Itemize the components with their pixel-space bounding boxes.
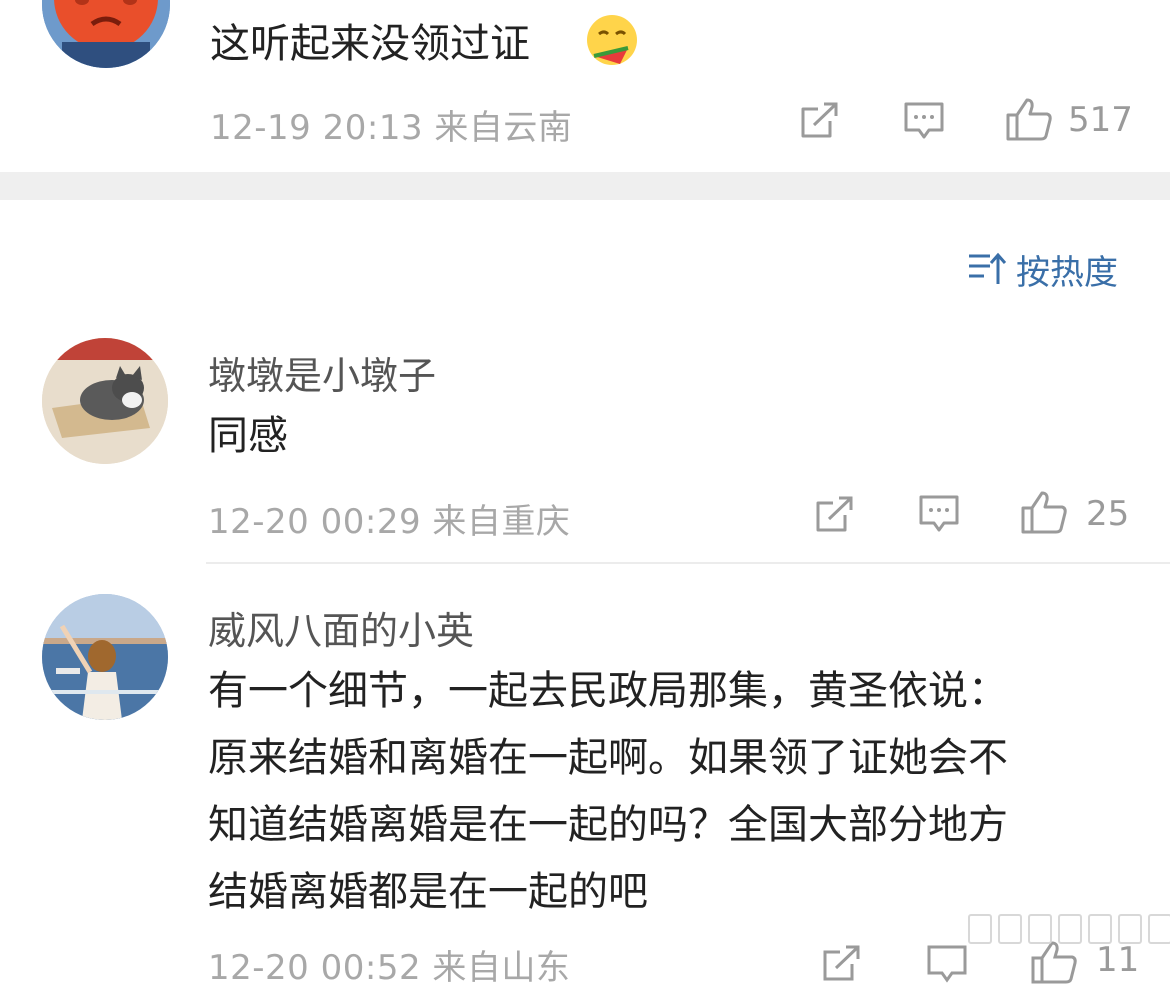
like-count: 11	[1096, 940, 1140, 980]
sort-label: 按热度	[1016, 253, 1118, 293]
comment-text-line: 知道结婚离婚是在一起的吗？全国大部分地方	[208, 802, 1008, 848]
like-count: 517	[1068, 100, 1133, 140]
comment-text: 同感	[208, 413, 288, 459]
like-icon[interactable]	[1030, 940, 1078, 988]
cartoon-face-icon	[42, 0, 170, 68]
comment-text-line: 有一个细节，一起去民政局那集，黄圣依说：	[208, 668, 1008, 714]
comment-icon[interactable]	[918, 494, 960, 538]
cat-photo-icon	[42, 338, 168, 464]
comment-meta: 12-20 00:52 来自山东	[208, 948, 571, 988]
avatar[interactable]	[42, 594, 168, 720]
username[interactable]: 威风八面的小英	[208, 600, 474, 655]
comment-meta: 12-19 20:13 来自云南	[210, 108, 573, 148]
like-count: 25	[1086, 494, 1130, 534]
comment-text-line: 结婚离婚都是在一起的吧	[208, 869, 648, 915]
comment-meta: 12-20 00:29 来自重庆	[208, 502, 571, 542]
comment-divider	[206, 562, 1170, 564]
watermark	[968, 914, 1170, 944]
avatar[interactable]	[42, 0, 170, 68]
comment-text: 这听起来没领过证	[210, 21, 530, 67]
comment-text-line: 原来结婚和离婚在一起啊。如果领了证她会不	[208, 735, 1008, 781]
share-icon[interactable]	[800, 101, 840, 143]
avatar[interactable]	[42, 338, 168, 464]
comment-icon[interactable]	[903, 101, 945, 145]
comment-icon[interactable]	[926, 944, 968, 988]
like-icon[interactable]	[1020, 490, 1068, 538]
sort-button[interactable]: 按热度	[966, 245, 1118, 294]
girl-photo-icon	[42, 594, 168, 720]
emoji-icon	[584, 12, 640, 72]
section-separator	[0, 172, 1170, 200]
like-icon[interactable]	[1005, 97, 1053, 145]
sort-icon	[966, 250, 1008, 290]
share-icon[interactable]	[822, 944, 862, 986]
username[interactable]: 墩墩是小墩子	[208, 345, 436, 400]
share-icon[interactable]	[815, 495, 855, 537]
